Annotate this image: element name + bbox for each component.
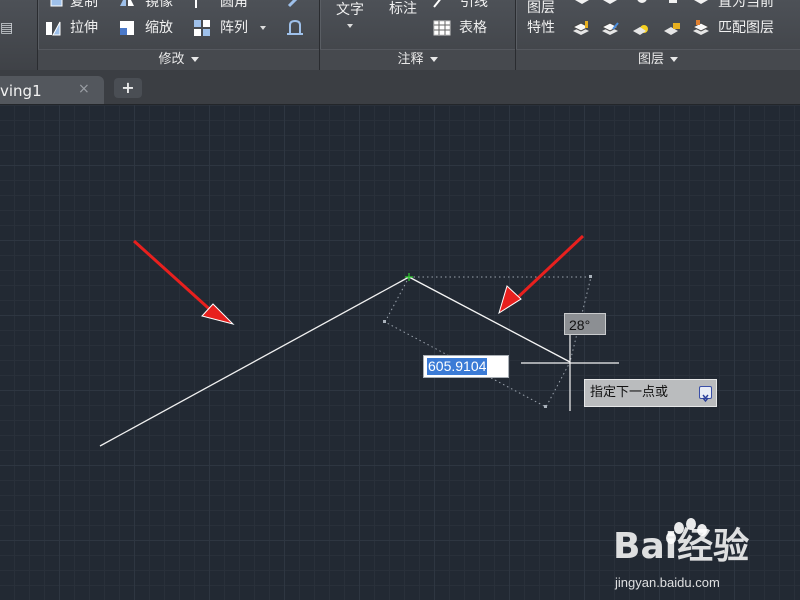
table-button[interactable]: 表格 — [459, 20, 487, 36]
command-prompt-tooltip[interactable]: 指定下一点或 — [584, 379, 717, 407]
dimension-grip — [589, 275, 592, 278]
drawing-tab-label: ving1 — [0, 82, 42, 100]
fillet-button[interactable]: 圆角 — [220, 0, 248, 10]
array-button[interactable]: 阵列 — [220, 20, 248, 36]
stretch-icon[interactable] — [44, 19, 62, 37]
new-tab-button[interactable]: + — [114, 78, 142, 98]
array-icon[interactable] — [193, 19, 211, 37]
leader-button[interactable]: 引线 — [460, 0, 488, 10]
table-icon[interactable] — [433, 19, 451, 37]
layer-isolate-icon[interactable] — [571, 19, 591, 37]
copy-button[interactable]: 复制 — [70, 0, 98, 10]
cut-off-label: ▤ — [0, 20, 14, 36]
modify-panel-title[interactable]: 修改 — [38, 49, 319, 70]
offset-icon[interactable] — [285, 19, 303, 37]
layer-state-icon-4[interactable] — [664, 0, 682, 10]
options-down-arrow-icon[interactable] — [699, 386, 712, 403]
snap-marker-icon — [405, 273, 413, 281]
close-icon[interactable]: × — [78, 81, 90, 97]
layer-freeze-icon[interactable] — [632, 19, 650, 37]
set-current-icon[interactable] — [692, 0, 710, 10]
annotation-panel-title[interactable]: 注释 — [320, 49, 515, 70]
scale-button[interactable]: 缩放 — [145, 20, 173, 36]
match-layer-icon[interactable] — [691, 19, 711, 37]
mirror-icon[interactable] — [118, 0, 136, 10]
layer-state-icon-1[interactable] — [573, 0, 591, 10]
set-current-button[interactable]: 置为当前 — [718, 0, 774, 10]
fillet-icon[interactable] — [193, 0, 211, 10]
offset-top-icon[interactable] — [285, 0, 303, 10]
text-dropdown-icon[interactable] — [347, 24, 353, 28]
dimension-grip — [544, 405, 547, 408]
layer-properties-label-2[interactable]: 特性 — [527, 20, 555, 36]
layers-panel-title[interactable]: 图层 — [516, 49, 800, 70]
stretch-button[interactable]: 拉伸 — [70, 20, 98, 36]
rubber-band-line — [408, 276, 571, 363]
red-arrow-left — [132, 239, 235, 325]
copy-icon[interactable] — [48, 0, 66, 10]
dimension-button[interactable]: 标注 — [389, 1, 417, 17]
watermark-url: jingyan.baidu.com — [615, 575, 720, 590]
layer-lock-icon[interactable] — [663, 19, 681, 37]
angle-readout: 28° — [564, 313, 606, 335]
match-layer-button[interactable]: 匹配图层 — [718, 20, 774, 36]
length-input-field[interactable]: 605.9104 — [423, 355, 509, 378]
layer-walk-icon[interactable] — [600, 19, 620, 37]
layer-state-icon-2[interactable] — [601, 0, 619, 10]
red-arrow-right — [498, 234, 585, 315]
array-dropdown-icon[interactable] — [260, 26, 266, 30]
document-tab-bar: ving1 × + — [0, 70, 800, 105]
prompt-text: 指定下一点或 — [590, 385, 669, 400]
drawn-line-segment — [99, 276, 410, 447]
dimension-grip — [383, 320, 386, 323]
aligned-dimension-preview — [384, 276, 571, 408]
scale-icon[interactable] — [118, 19, 136, 37]
mirror-button[interactable]: 镜像 — [145, 0, 173, 10]
drawing-tab[interactable]: ving1 × — [0, 76, 104, 104]
ribbon: ▤ 复制 镜像 圆角 拉伸 缩放 阵列 修改 文字 标注 引线 表格 注释 图层… — [0, 0, 800, 71]
leader-icon[interactable] — [432, 0, 450, 9]
layer-properties-label-1[interactable]: 图层 — [527, 0, 555, 16]
length-input-value: 605.9104 — [427, 358, 488, 375]
layer-state-icon-3[interactable] — [633, 0, 651, 10]
text-button[interactable]: 文字 — [336, 2, 364, 18]
